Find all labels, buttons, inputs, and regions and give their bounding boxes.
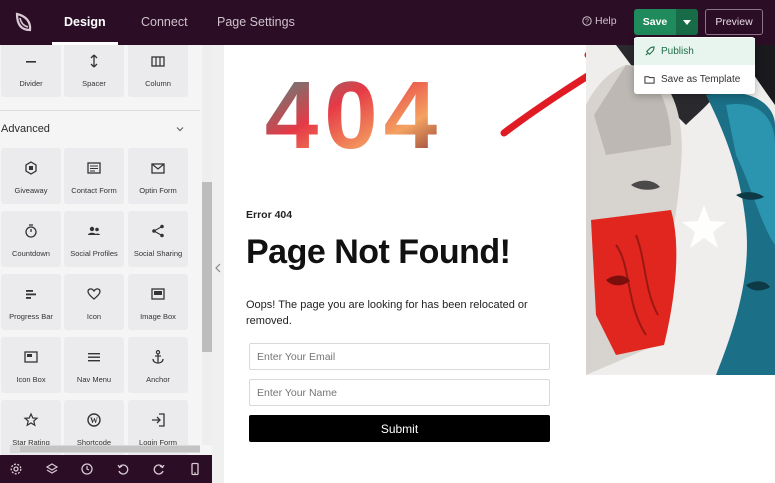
section-divider: [0, 110, 200, 111]
block-label: Progress Bar: [9, 312, 53, 321]
block-label: Contact Form: [71, 186, 117, 195]
block-progress-bar[interactable]: Progress Bar: [1, 274, 61, 330]
block-label: Image Box: [140, 312, 176, 321]
star-icon: [23, 412, 39, 427]
tab-design[interactable]: Design: [52, 0, 118, 45]
rocket-icon: [645, 46, 655, 56]
sidebar-scrollbar-thumb[interactable]: [202, 182, 212, 352]
block-spacer[interactable]: Spacer: [64, 45, 124, 97]
block-label: Optin Form: [139, 186, 177, 195]
divider-icon: [26, 61, 36, 63]
block-image-box[interactable]: Image Box: [128, 274, 188, 330]
block-label: Icon: [86, 312, 102, 321]
image-box-icon: [151, 288, 165, 300]
history-icon[interactable]: [80, 462, 94, 476]
block-label: Icon Box: [16, 375, 46, 384]
big-404-graphic: 404: [265, 73, 443, 155]
bottom-toolbar: [0, 455, 212, 483]
block-label: Social Sharing: [133, 249, 183, 258]
menu-item-publish[interactable]: Publish: [634, 38, 755, 65]
publish-label: Publish: [661, 46, 694, 57]
email-field[interactable]: [249, 343, 550, 370]
block-social-sharing[interactable]: Social Sharing: [128, 211, 188, 267]
block-label: Giveaway: [14, 186, 48, 195]
chevron-down-icon[interactable]: [175, 124, 185, 134]
share-icon: [152, 224, 164, 238]
big-404-text: 404: [265, 73, 443, 155]
progress-bar-icon: [26, 290, 36, 299]
block-icon[interactable]: Icon: [64, 274, 124, 330]
block-countdown[interactable]: Countdown: [1, 211, 61, 267]
gear-icon[interactable]: [9, 462, 23, 476]
block-social-profiles[interactable]: Social Profiles: [64, 211, 124, 267]
submit-button[interactable]: Submit: [249, 415, 550, 442]
envelope-icon: [151, 163, 165, 174]
preview-button[interactable]: Preview: [705, 9, 763, 35]
folder-icon: [644, 76, 655, 84]
error-label: Error 404: [246, 209, 293, 221]
wordpress-icon: W: [87, 413, 101, 427]
tab-connect[interactable]: Connect: [141, 0, 188, 45]
block-divider[interactable]: Divider: [1, 45, 61, 97]
users-icon: [88, 226, 100, 235]
redo-icon[interactable]: [152, 462, 166, 476]
undo-icon[interactable]: [116, 462, 130, 476]
anchor-icon: [152, 350, 164, 364]
block-label: Anchor: [146, 375, 170, 384]
mobile-preview-icon[interactable]: [188, 462, 202, 476]
block-giveaway[interactable]: Giveaway: [1, 148, 61, 204]
block-label: Countdown: [12, 249, 50, 258]
save-as-template-label: Save as Template: [661, 74, 741, 85]
block-optin-form[interactable]: Optin Form: [128, 148, 188, 204]
name-field[interactable]: [249, 379, 550, 406]
seedprod-logo-icon[interactable]: [12, 10, 36, 34]
menu-icon: [88, 353, 100, 362]
heart-icon: [87, 288, 101, 300]
page-headline: Page Not Found!: [246, 233, 511, 271]
icon-box-icon: [24, 351, 38, 363]
block-label: Divider: [19, 79, 43, 88]
block-nav-menu[interactable]: Nav Menu: [64, 337, 124, 393]
save-button[interactable]: Save: [634, 9, 676, 35]
block-column[interactable]: Column: [128, 45, 188, 97]
section-title-advanced[interactable]: Advanced: [1, 123, 50, 135]
contact-form-icon: [87, 162, 101, 174]
login-icon: [152, 413, 165, 427]
hero-image-faces: [586, 45, 775, 375]
block-label: Column: [145, 79, 171, 88]
block-anchor[interactable]: Anchor: [128, 337, 188, 393]
block-icon-box[interactable]: Icon Box: [1, 337, 61, 393]
block-contact-form[interactable]: Contact Form: [64, 148, 124, 204]
sidebar-collapse-handle[interactable]: [212, 45, 224, 483]
layers-icon[interactable]: [45, 462, 59, 476]
trophy-icon: [25, 161, 37, 175]
svg-text:?: ?: [585, 19, 589, 26]
chevron-left-icon: [215, 263, 221, 273]
page-canvas: 404 Error 404 Page Not Found! Oops! The …: [224, 45, 775, 483]
page-description: Oops! The page you are looking for has b…: [246, 299, 528, 327]
help-link[interactable]: ? Help: [582, 15, 617, 27]
column-icon: [151, 56, 165, 67]
blocks-sidebar: Divider Spacer Column Advanced Giveaway …: [0, 45, 212, 455]
block-label: Social Profiles: [70, 249, 118, 258]
menu-item-save-as-template[interactable]: Save as Template: [634, 66, 755, 93]
save-dropdown-menu: Publish Save as Template: [634, 37, 755, 94]
sidebar-horizontal-scrollbar-thumb[interactable]: [20, 446, 200, 452]
tab-page-settings[interactable]: Page Settings: [217, 0, 295, 45]
svg-text:W: W: [90, 416, 98, 425]
help-label: Help: [595, 15, 617, 27]
spacer-icon: [90, 54, 98, 68]
question-icon: ?: [582, 16, 592, 26]
stopwatch-icon: [25, 224, 37, 238]
block-label: Spacer: [82, 79, 106, 88]
block-label: Nav Menu: [76, 375, 112, 384]
save-options-caret-icon[interactable]: [676, 9, 698, 35]
